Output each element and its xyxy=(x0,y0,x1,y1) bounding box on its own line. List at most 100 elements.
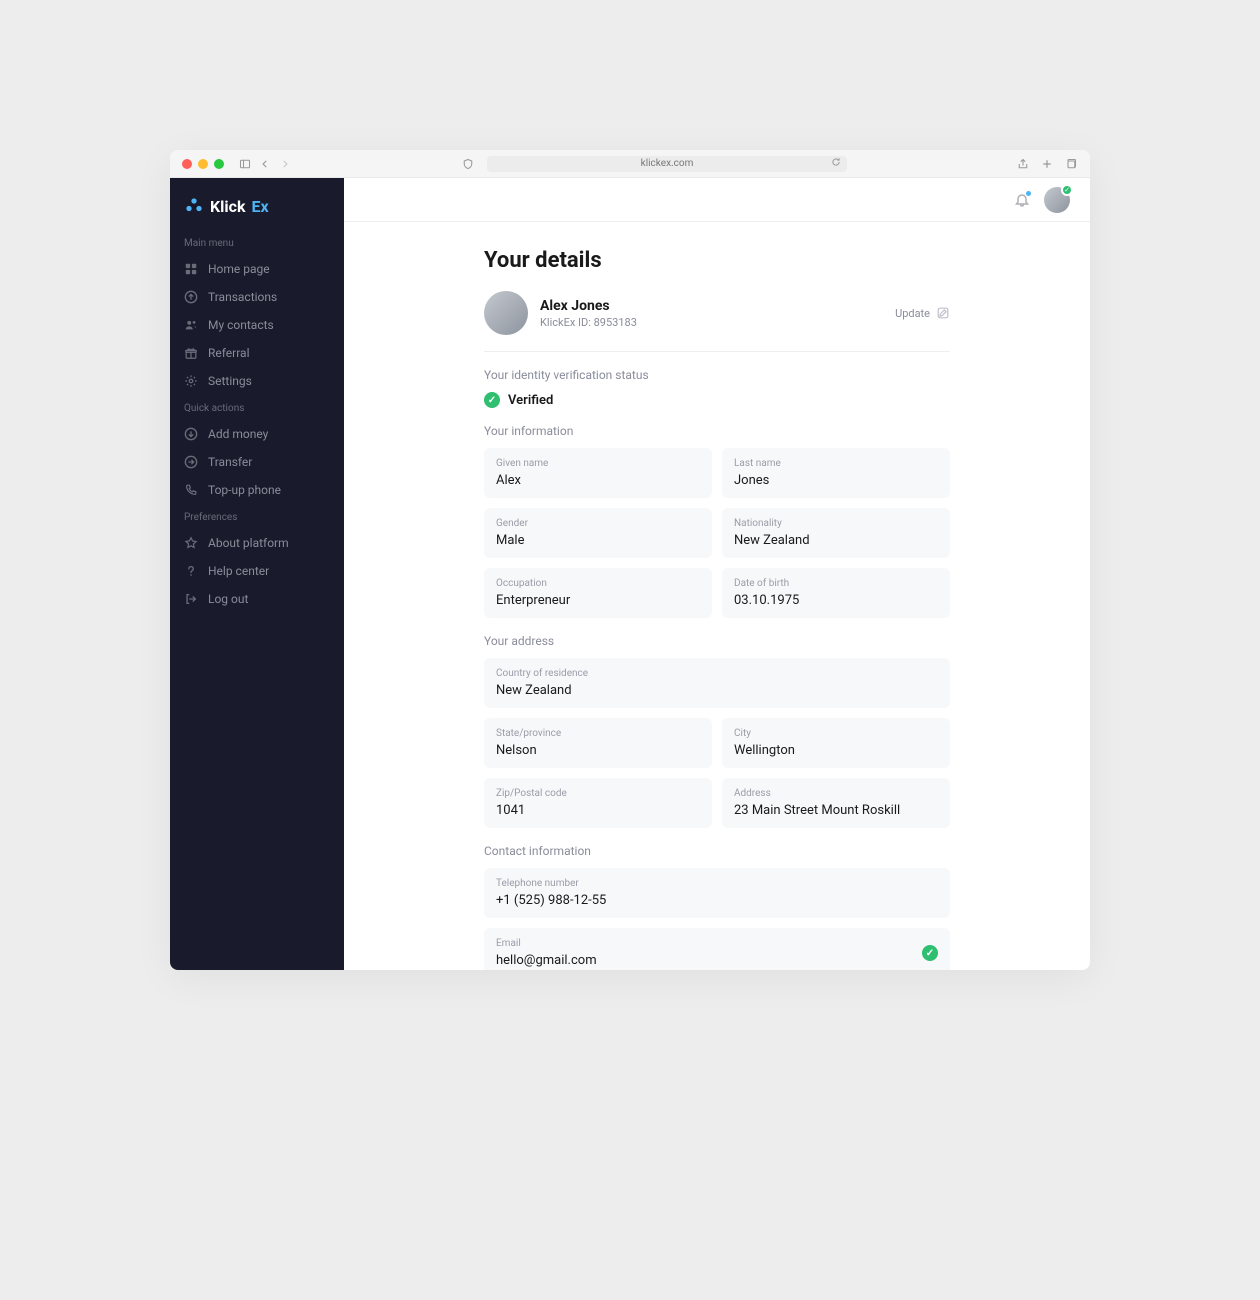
close-window-icon[interactable] xyxy=(182,159,192,169)
field-value: New Zealand xyxy=(496,683,938,698)
field-country[interactable]: Country of residence New Zealand xyxy=(484,658,950,708)
field-label: Nationality xyxy=(734,518,938,529)
url-text: klickex.com xyxy=(641,158,694,169)
sidebar-item-label: About platform xyxy=(208,536,289,550)
field-given-name[interactable]: Given name Alex xyxy=(484,448,712,498)
field-value: Male xyxy=(496,533,700,548)
sidebar-item-topup[interactable]: Top-up phone xyxy=(170,476,344,504)
phone-icon xyxy=(184,483,198,497)
sidebar-item-home[interactable]: Home page xyxy=(170,255,344,283)
brand-suffix: Ex xyxy=(252,197,269,216)
update-button[interactable]: Update xyxy=(895,306,950,320)
field-value: New Zealand xyxy=(734,533,938,548)
profile-header: Alex Jones KlickEx ID: 8953183 Update xyxy=(484,291,950,352)
field-dob[interactable]: Date of birth 03.10.1975 xyxy=(722,568,950,618)
profile-text: Alex Jones KlickEx ID: 8953183 xyxy=(540,298,637,329)
sidebar-item-about[interactable]: About platform xyxy=(170,529,344,557)
gear-icon xyxy=(184,374,198,388)
refresh-icon[interactable] xyxy=(831,157,841,170)
browser-chrome: klickex.com xyxy=(170,150,1090,178)
field-city[interactable]: City Wellington xyxy=(722,718,950,768)
sidebar-item-addmoney[interactable]: Add money xyxy=(170,420,344,448)
sidebar-item-contacts[interactable]: My contacts xyxy=(170,311,344,339)
verified-status: Verified xyxy=(508,393,553,408)
notifications-icon[interactable] xyxy=(1014,192,1030,208)
arrow-up-circle-icon xyxy=(184,290,198,304)
address-label: Your address xyxy=(484,634,950,648)
main-area: Your details Alex Jones KlickEx ID: 8953… xyxy=(344,178,1090,970)
people-icon xyxy=(184,318,198,332)
address-country-row: Country of residence New Zealand xyxy=(484,658,950,708)
sidebar-toggle-icon[interactable] xyxy=(238,158,252,170)
field-gender[interactable]: Gender Male xyxy=(484,508,712,558)
field-zip[interactable]: Zip/Postal code 1041 xyxy=(484,778,712,828)
field-value: 03.10.1975 xyxy=(734,593,938,608)
shield-icon[interactable] xyxy=(461,158,475,170)
field-label: Country of residence xyxy=(496,668,938,679)
field-value: Wellington xyxy=(734,743,938,758)
content-scroll: Your details Alex Jones KlickEx ID: 8953… xyxy=(344,222,1090,970)
logout-icon xyxy=(184,592,198,606)
sidebar-item-help[interactable]: Help center xyxy=(170,557,344,585)
field-label: Telephone number xyxy=(496,878,938,889)
check-circle-icon xyxy=(484,392,500,408)
maximize-window-icon[interactable] xyxy=(214,159,224,169)
sidebar-item-logout[interactable]: Log out xyxy=(170,585,344,613)
back-icon[interactable] xyxy=(258,159,272,169)
arrow-right-circle-icon xyxy=(184,455,198,469)
gift-icon xyxy=(184,346,198,360)
field-state[interactable]: State/province Nelson xyxy=(484,718,712,768)
sidebar-item-label: Log out xyxy=(208,592,248,606)
sidebar-item-transfer[interactable]: Transfer xyxy=(170,448,344,476)
field-label: Address xyxy=(734,788,938,799)
brand-name: Klick xyxy=(210,197,246,216)
field-value: hello@gmail.com xyxy=(496,953,938,968)
field-last-name[interactable]: Last name Jones xyxy=(722,448,950,498)
minimize-window-icon[interactable] xyxy=(198,159,208,169)
info-label: Your information xyxy=(484,424,950,438)
section-main-label: Main menu xyxy=(170,230,344,255)
topbar xyxy=(344,178,1090,222)
field-label: Date of birth xyxy=(734,578,938,589)
field-nationality[interactable]: Nationality New Zealand xyxy=(722,508,950,558)
field-phone[interactable]: Telephone number +1 (525) 988-12-55 xyxy=(484,868,950,918)
tabs-icon[interactable] xyxy=(1064,158,1078,170)
sidebar-item-label: Help center xyxy=(208,564,269,578)
field-label: Last name xyxy=(734,458,938,469)
sidebar-item-transactions[interactable]: Transactions xyxy=(170,283,344,311)
email-verified-icon xyxy=(922,945,938,961)
contact-label: Contact information xyxy=(484,844,950,858)
field-label: Given name xyxy=(496,458,700,469)
profile-picture xyxy=(484,291,528,335)
sidebar-item-referral[interactable]: Referral xyxy=(170,339,344,367)
url-bar[interactable]: klickex.com xyxy=(487,156,847,172)
section-quick-label: Quick actions xyxy=(170,395,344,420)
forward-icon[interactable] xyxy=(278,159,292,169)
sidebar-item-settings[interactable]: Settings xyxy=(170,367,344,395)
app-shell: Klick Ex Main menu Home page Transactions… xyxy=(170,178,1090,970)
contact-grid: Telephone number +1 (525) 988-12-55 Emai… xyxy=(484,868,950,970)
field-occupation[interactable]: Occupation Enterpreneur xyxy=(484,568,712,618)
grid-icon xyxy=(184,262,198,276)
arrow-down-circle-icon xyxy=(184,427,198,441)
sidebar-item-label: Transactions xyxy=(208,290,277,304)
question-icon xyxy=(184,564,198,578)
field-label: Occupation xyxy=(496,578,700,589)
share-icon[interactable] xyxy=(1016,158,1030,170)
field-email[interactable]: Email hello@gmail.com xyxy=(484,928,950,970)
field-label: Gender xyxy=(496,518,700,529)
identity-label: Your identity verification status xyxy=(484,368,950,382)
field-address[interactable]: Address 23 Main Street Mount Roskill xyxy=(722,778,950,828)
sidebar-item-label: Transfer xyxy=(208,455,252,469)
sidebar-item-label: My contacts xyxy=(208,318,274,332)
field-value: 23 Main Street Mount Roskill xyxy=(734,803,938,818)
sidebar: Klick Ex Main menu Home page Transactions… xyxy=(170,178,344,970)
update-label: Update xyxy=(895,307,930,320)
field-value: Alex xyxy=(496,473,700,488)
user-avatar[interactable] xyxy=(1044,187,1070,213)
new-tab-icon[interactable] xyxy=(1040,158,1054,170)
field-value: 1041 xyxy=(496,803,700,818)
field-value: +1 (525) 988-12-55 xyxy=(496,893,938,908)
sidebar-item-label: Add money xyxy=(208,427,268,441)
edit-icon xyxy=(936,306,950,320)
